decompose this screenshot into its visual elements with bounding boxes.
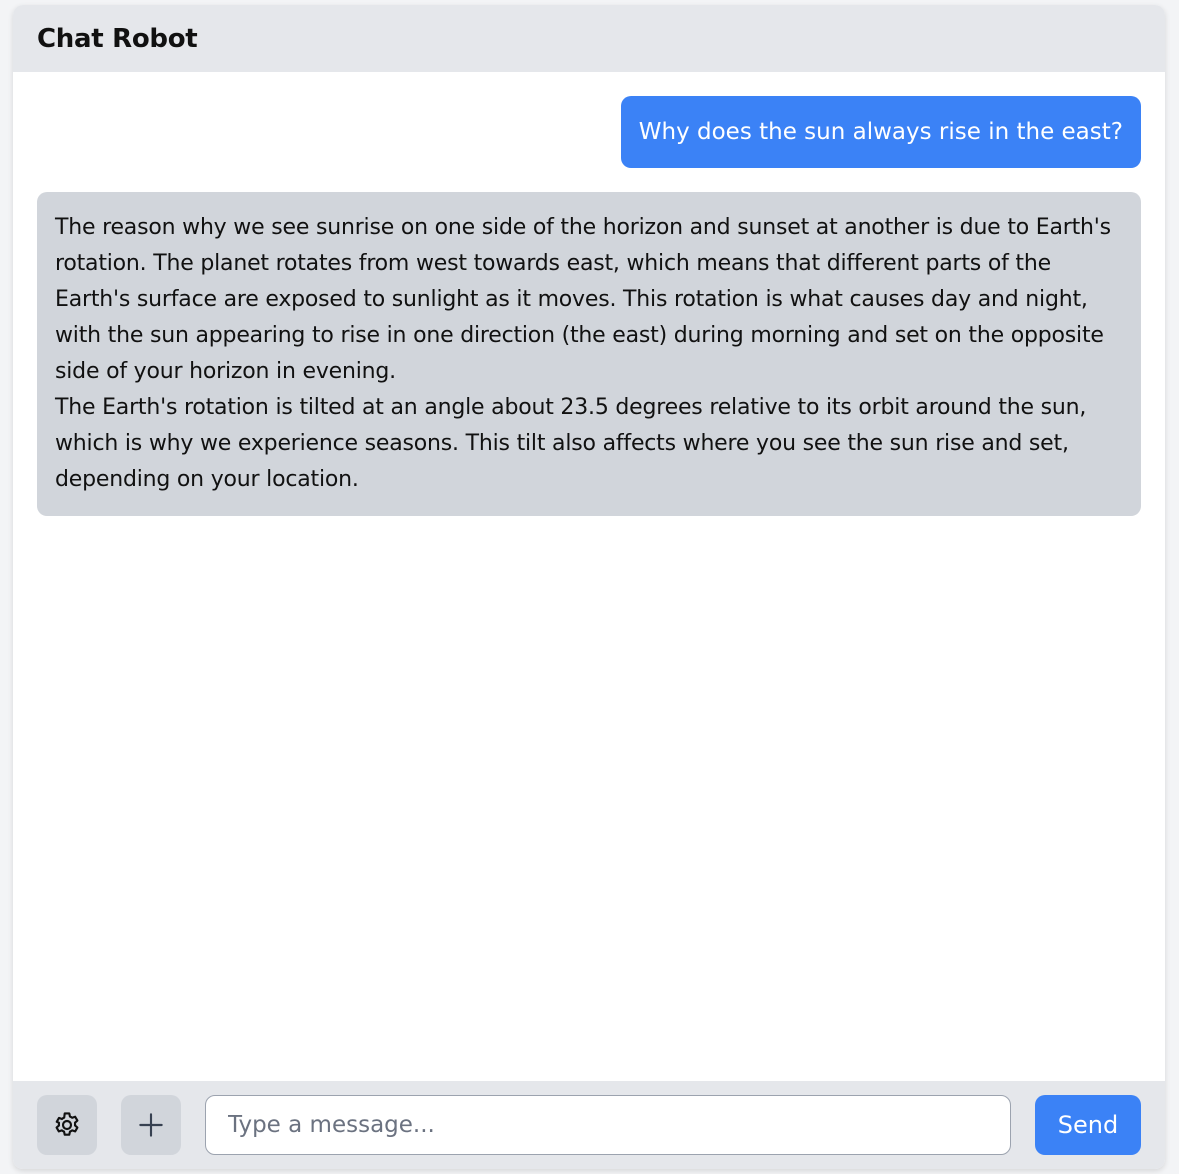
composer-bar: Send [13,1081,1165,1169]
user-message-bubble: Why does the sun always rise in the east… [620,96,1141,168]
bot-message-bubble: The reason why we see sunrise on one sid… [37,192,1141,516]
chat-window: Chat Robot Why does the sun always rise … [13,5,1165,1169]
app-title: Chat Robot [37,23,198,54]
message-row-user: Why does the sun always rise in the east… [37,96,1141,168]
add-button[interactable] [121,1095,181,1155]
settings-button[interactable] [37,1095,97,1155]
gear-icon [55,1112,79,1136]
message-list: Why does the sun always rise in the east… [13,72,1165,1081]
chat-header: Chat Robot [13,5,1165,72]
message-row-bot: The reason why we see sunrise on one sid… [37,192,1141,516]
send-button[interactable]: Send [1035,1095,1141,1155]
message-input[interactable] [205,1095,1011,1155]
plus-icon [139,1113,163,1137]
